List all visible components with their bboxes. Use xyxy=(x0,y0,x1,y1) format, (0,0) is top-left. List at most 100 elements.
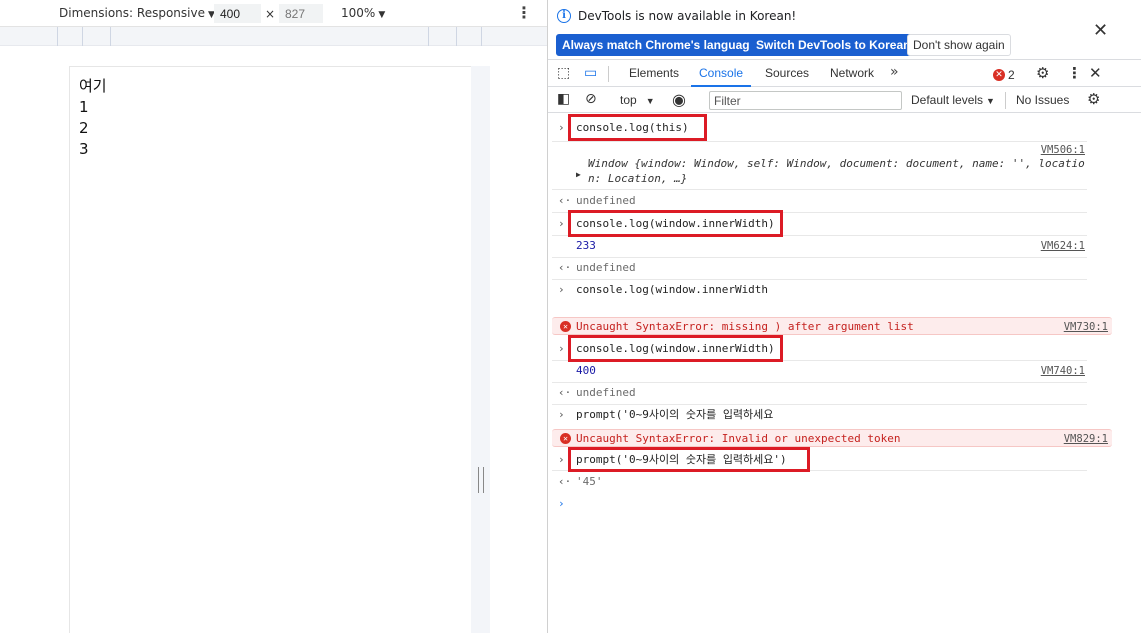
infobar-message: DevTools is now available in Korean! xyxy=(578,9,797,23)
media-query-divider xyxy=(110,27,111,46)
close-icon[interactable]: ✕ xyxy=(1093,20,1108,41)
console-input-row: › prompt('0~9사이의 숫자를 입력하세요 xyxy=(552,408,1087,426)
input-chevron-icon: › xyxy=(558,283,565,296)
console-input-row: › prompt('0~9사이의 숫자를 입력하세요') xyxy=(552,453,1087,471)
input-chevron-icon: › xyxy=(558,342,565,355)
return-arrow-icon: ‹· xyxy=(558,386,572,399)
chevron-down-icon: ▼ xyxy=(986,96,995,106)
console-return-row: ‹· undefined xyxy=(552,261,1087,280)
devtools-tabbar: ⬚ ▭ Elements Console Sources Network » ✕… xyxy=(548,61,1141,87)
return-arrow-icon: ‹· xyxy=(558,194,572,207)
error-count-badge[interactable]: ✕ 2 xyxy=(993,67,1015,82)
issues-indicator[interactable]: No Issues xyxy=(1016,93,1069,107)
more-tabs-icon[interactable]: » xyxy=(890,64,899,80)
console-output-row: 400 VM740:1 xyxy=(552,364,1087,383)
tab-console[interactable]: Console xyxy=(691,61,752,87)
close-devtools-icon[interactable]: ✕ xyxy=(1089,64,1102,82)
console-log: › console.log(this) VM506:1 ▶ Window {wi… xyxy=(548,114,1141,633)
page-text-line: 1 xyxy=(79,98,89,116)
log-output: 233 xyxy=(576,239,596,252)
error-icon: ✕ xyxy=(560,321,571,332)
media-query-divider xyxy=(481,27,482,46)
viewport-resize-strip xyxy=(471,66,490,633)
source-link[interactable]: VM829:1 xyxy=(1064,432,1108,446)
clear-console-icon[interactable]: ⊘ xyxy=(585,91,597,107)
sidebar-toggle-icon[interactable]: ◧ xyxy=(557,91,570,107)
chevron-down-icon: ▼ xyxy=(645,96,655,106)
switch-language-button[interactable]: Switch DevTools to Korean xyxy=(750,34,917,56)
console-toolbar: ◧ ⊘ top▼ ◉ Default levels▼ No Issues ⚙ xyxy=(548,88,1141,113)
media-query-divider xyxy=(57,27,58,46)
divider xyxy=(1005,92,1006,109)
width-input[interactable] xyxy=(214,4,261,23)
console-command[interactable]: prompt('0~9사이의 숫자를 입력하세요 xyxy=(576,408,773,422)
input-chevron-icon: › xyxy=(558,453,565,466)
input-chevron-icon: › xyxy=(558,121,565,134)
console-return-row: ‹· '45' xyxy=(552,475,1087,493)
chevron-down-icon: ▼ xyxy=(378,10,386,20)
console-error-row: ✕ Uncaught SyntaxError: Invalid or unexp… xyxy=(552,429,1112,447)
context-label: top xyxy=(620,93,637,107)
console-prompt-icon[interactable]: › xyxy=(558,497,565,510)
console-settings-icon[interactable]: ⚙ xyxy=(1087,90,1100,108)
console-command[interactable]: console.log(window.innerWidth) xyxy=(576,217,775,231)
source-link[interactable]: VM506:1 xyxy=(1041,143,1085,157)
settings-gear-icon[interactable]: ⚙ xyxy=(1036,64,1049,82)
levels-label: Default levels xyxy=(911,93,984,107)
dont-show-again-button[interactable]: Don't show again xyxy=(907,34,1011,56)
more-options-icon[interactable]: ⋮ xyxy=(1067,64,1082,82)
inspect-element-icon[interactable]: ⬚ xyxy=(557,65,570,81)
console-command[interactable]: console.log(window.innerWidth) xyxy=(576,342,775,356)
live-expression-eye-icon[interactable]: ◉ xyxy=(672,90,686,109)
device-toolbar: Dimensions: Responsive▼ × 100%▼ ⋮ xyxy=(0,0,548,27)
console-return-row: ‹· undefined xyxy=(552,386,1087,405)
emulated-page: 여기 1 2 3 xyxy=(69,66,471,633)
page-text-line: 여기 xyxy=(79,77,107,95)
source-link[interactable]: VM740:1 xyxy=(1041,364,1085,378)
console-source-row: VM506:1 xyxy=(552,143,1087,157)
more-options-icon[interactable]: ⋮ xyxy=(516,3,532,23)
return-value: undefined xyxy=(576,261,636,274)
console-output-row: 233 VM624:1 xyxy=(552,239,1087,258)
zoom-select[interactable]: 100% ▼ xyxy=(341,6,385,20)
error-icon: ✕ xyxy=(560,433,571,444)
source-link[interactable]: VM730:1 xyxy=(1064,320,1108,334)
devtools-panel: i DevTools is now available in Korean! A… xyxy=(548,0,1141,633)
input-chevron-icon: › xyxy=(558,408,565,421)
source-link[interactable]: VM624:1 xyxy=(1041,239,1085,253)
console-command[interactable]: console.log(this) xyxy=(576,121,689,135)
language-infobar: i DevTools is now available in Korean! A… xyxy=(548,0,1141,60)
console-command[interactable]: console.log(window.innerWidth xyxy=(576,283,768,297)
divider xyxy=(608,66,609,82)
media-query-divider xyxy=(456,27,457,46)
console-command[interactable]: prompt('0~9사이의 숫자를 입력하세요') xyxy=(576,453,787,467)
page-text-line: 2 xyxy=(79,119,89,137)
times-sign: × xyxy=(265,7,276,21)
tab-elements[interactable]: Elements xyxy=(621,61,687,87)
media-query-divider xyxy=(82,27,83,46)
return-value: undefined xyxy=(576,386,636,399)
log-levels-select[interactable]: Default levels ▼ xyxy=(911,93,995,107)
tab-sources[interactable]: Sources xyxy=(757,61,817,87)
return-value: undefined xyxy=(576,194,636,207)
window-object-output[interactable]: ▶ Window {window: Window, self: Window, … xyxy=(552,156,1087,190)
device-toolbar-icon[interactable]: ▭ xyxy=(584,65,597,81)
return-value: '45' xyxy=(576,475,603,488)
console-filter-input[interactable] xyxy=(709,91,902,110)
height-input[interactable] xyxy=(279,4,323,23)
expand-triangle-icon[interactable]: ▶ xyxy=(576,167,581,182)
media-query-divider xyxy=(428,27,429,46)
media-query-bar[interactable] xyxy=(0,27,548,46)
context-select[interactable]: top ▼ xyxy=(620,93,655,107)
info-icon: i xyxy=(557,9,571,23)
resize-handle[interactable] xyxy=(478,467,484,493)
object-preview-line: Window {window: Window, self: Window, do… xyxy=(588,157,1085,170)
match-language-button[interactable]: Always match Chrome's language xyxy=(556,34,763,56)
dimensions-label: Dimensions: Responsive xyxy=(59,6,205,20)
return-arrow-icon: ‹· xyxy=(558,261,572,274)
console-error-row: ✕ Uncaught SyntaxError: missing ) after … xyxy=(552,317,1112,335)
input-chevron-icon: › xyxy=(558,217,565,230)
dimensions-select[interactable]: Dimensions: Responsive ▼ xyxy=(59,6,215,20)
console-input-row: › console.log(window.innerWidth) xyxy=(552,342,1087,361)
tab-network[interactable]: Network xyxy=(822,61,882,87)
